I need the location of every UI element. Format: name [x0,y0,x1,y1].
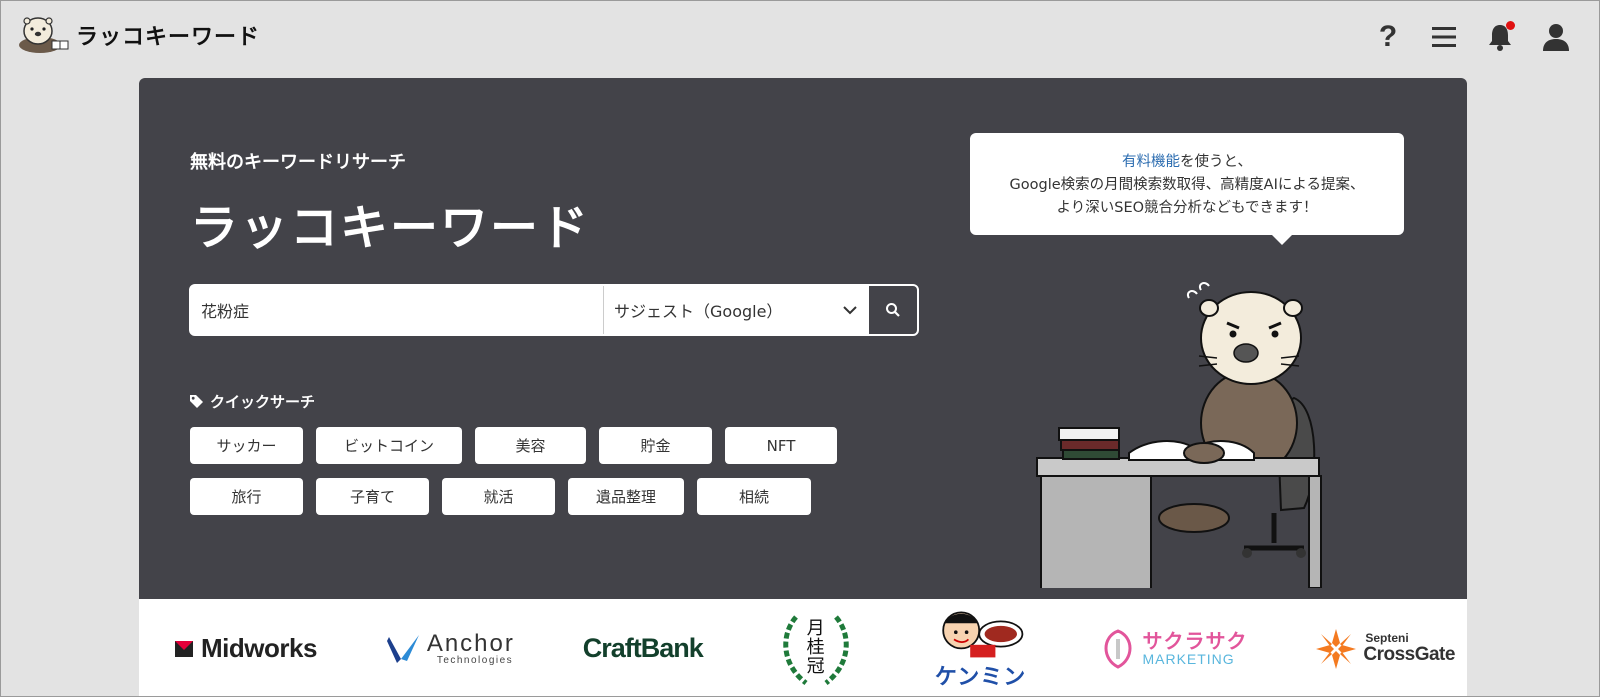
kenmin-logo-text: ケンミン [934,664,1027,690]
search-mode-selected: サジェスト（Google） [614,302,783,321]
gekkeikan-logo-text: 月 桂 冠 [806,619,825,677]
quick-search-chips: サッカー ビットコイン 美容 貯金 NFT 旅行 子育て 就活 遺品整理 相続 [190,427,870,515]
tag-icon [190,395,203,408]
client-logos-strip: Midworks Anchor Technologies CraftBank 月… [139,599,1467,696]
bubble-line-1: 有料機能を使うと、 [970,151,1404,174]
septeni-crossgate-logo: Septeni CrossGate [1315,627,1455,671]
keyword-search-form: サジェスト（Google） [189,284,919,336]
kenmin-logo: ケンミン [929,607,1033,691]
gekkeikan-char-3: 冠 [806,655,825,677]
hero-subtitle: 無料のキーワードリサーチ [190,152,406,173]
sakurasaku-logo-sub: MARKETING [1142,650,1235,667]
bubble-line-2: Google検索の月間検索数取得、高精度AIによる提案、 [1009,177,1365,193]
chip-job-hunting[interactable]: 就活 [442,478,555,515]
search-button[interactable] [869,286,917,334]
site-header: ラッコキーワード ? [1,1,1599,77]
sakurasaku-logo-text: サクラサク MARKETING [1142,628,1248,667]
midworks-logo: Midworks [175,633,317,664]
craftbank-logo: CraftBank [582,633,704,664]
chip-nft[interactable]: NFT [725,427,837,464]
menu-button[interactable] [1429,21,1459,53]
notification-button[interactable] [1485,21,1515,53]
user-icon [1543,24,1569,51]
menu-icon [1432,27,1456,47]
notification-badge [1506,21,1515,30]
bubble-line-3: より深いSEO競合分析などもできます！ [1056,200,1318,216]
septeni-logo-text: Septeni [1365,631,1409,646]
search-mode-select[interactable]: サジェスト（Google） [603,286,869,334]
quick-search-label: クイックサーチ [210,393,316,411]
chip-travel[interactable]: 旅行 [190,478,303,515]
quick-search-heading: クイックサーチ [189,391,315,412]
chevron-down-icon [843,306,857,315]
chip-beauty[interactable]: 美容 [475,427,586,464]
crossgate-mark-icon [1316,628,1357,669]
chip-soccer[interactable]: サッカー [190,427,303,464]
anchor-logo-sub: Technologies [436,654,514,666]
sakurasaku-mark-icon [1104,628,1132,669]
chip-parenting[interactable]: 子育て [316,478,429,515]
crossgate-logo-name: CrossGate [1363,643,1455,665]
craftbank-logo-text: CraftBank [582,633,704,663]
account-button[interactable] [1541,21,1571,53]
paid-feature-link[interactable]: 有料機能 [1122,154,1180,170]
keyword-search-input[interactable] [191,286,603,334]
site-logo[interactable]: ラッコキーワード [18,15,260,55]
midworks-logo-text: Midworks [201,633,317,663]
sakurasaku-logo: サクラサク MARKETING [1100,628,1248,669]
bubble-line-1-rest: を使うと、 [1180,154,1252,170]
midworks-mark-icon [175,640,193,657]
anchor-logo: Anchor Technologies [385,631,515,667]
otter-logo-icon [19,17,69,53]
chip-savings[interactable]: 貯金 [599,427,712,464]
anchor-logo-name: Anchor [426,629,515,657]
sakurasaku-logo-name: サクラサク [1142,628,1248,653]
anchor-mark-icon [386,634,419,663]
chip-bitcoin[interactable]: ビットコイン [316,427,462,464]
paid-feature-bubble: 有料機能を使うと、 Google検索の月間検索数取得、高精度AIによる提案、 よ… [970,133,1404,245]
help-button[interactable]: ? [1373,20,1403,53]
search-icon [886,303,900,317]
header-actions: ? [1373,20,1571,53]
hero-section: 無料のキーワードリサーチ ラッコキーワード サジェスト（Google） [139,78,1467,599]
gekkeikan-logo: 月 桂 冠 [771,609,861,689]
anchor-logo-text: Anchor Technologies [426,629,515,666]
chip-estate-cleanup[interactable]: 遺品整理 [568,478,684,515]
crossgate-logo-text: Septeni CrossGate [1363,632,1455,665]
otter-studying-illustration [1036,282,1322,588]
browser-viewport: ラッコキーワード ? 無料のキーワードリサーチ ラッコキーワード 花粉症 サジェ… [0,0,1600,697]
chip-inheritance[interactable]: 相続 [697,478,811,515]
site-logo-text: ラッコキーワード [76,25,261,50]
bubble-tail [1272,235,1292,245]
kenmin-mascot-icon [941,611,1023,657]
hero-title: ラッコキーワード [190,200,591,256]
help-icon: ? [1378,20,1398,53]
